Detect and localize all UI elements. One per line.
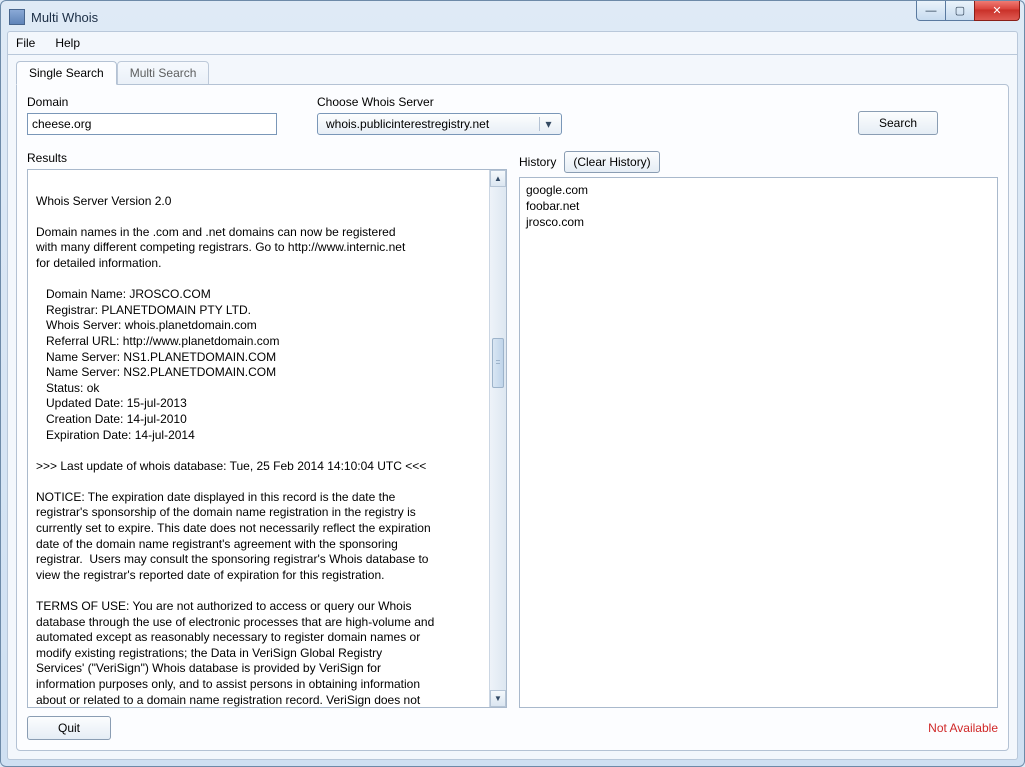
domain-input[interactable] [27, 113, 277, 135]
menubar: File Help [7, 31, 1018, 55]
domain-label: Domain [27, 95, 277, 109]
titlebar[interactable]: Multi Whois — ▢ ✕ [7, 7, 1018, 31]
window-title: Multi Whois [31, 10, 98, 25]
results-text: Whois Server Version 2.0 Domain names in… [28, 170, 506, 707]
scroll-thumb[interactable] [492, 338, 504, 388]
history-item[interactable]: google.com [526, 182, 991, 198]
minimize-button[interactable]: — [916, 1, 946, 21]
history-list[interactable]: google.com foobar.net jrosco.com [519, 177, 998, 708]
history-item[interactable]: foobar.net [526, 198, 991, 214]
tab-single-search[interactable]: Single Search [16, 61, 117, 85]
tab-strip: Single Search Multi Search [16, 61, 1009, 85]
results-scrollbar[interactable]: ▲ ▼ [489, 170, 506, 707]
maximize-button[interactable]: ▢ [945, 1, 975, 21]
tab-panel-single: Domain Choose Whois Server whois.publici… [16, 84, 1009, 751]
server-select-value: whois.publicinterestregistry.net [326, 117, 489, 131]
clear-history-button[interactable]: (Clear History) [564, 151, 659, 173]
app-icon [9, 9, 25, 25]
search-form: Domain Choose Whois Server whois.publici… [27, 95, 998, 135]
history-item[interactable]: jrosco.com [526, 214, 991, 230]
scroll-up-icon[interactable]: ▲ [490, 170, 506, 187]
tab-multi-search[interactable]: Multi Search [117, 61, 210, 85]
quit-button[interactable]: Quit [27, 716, 111, 740]
chevron-down-icon: ▾ [539, 117, 557, 131]
close-button[interactable]: ✕ [974, 1, 1020, 21]
status-text: Not Available [928, 721, 998, 735]
server-select[interactable]: whois.publicinterestregistry.net ▾ [317, 113, 562, 135]
results-pane[interactable]: Whois Server Version 2.0 Domain names in… [27, 169, 507, 708]
server-label: Choose Whois Server [317, 95, 562, 109]
search-button[interactable]: Search [858, 111, 938, 135]
menu-help[interactable]: Help [51, 34, 84, 52]
app-window: Multi Whois — ▢ ✕ File Help Single Searc… [0, 0, 1025, 767]
client-area: Single Search Multi Search Domain Choose… [7, 55, 1018, 760]
menu-file[interactable]: File [12, 34, 39, 52]
history-label: History [519, 155, 556, 169]
results-label: Results [27, 151, 67, 165]
scroll-down-icon[interactable]: ▼ [490, 690, 506, 707]
